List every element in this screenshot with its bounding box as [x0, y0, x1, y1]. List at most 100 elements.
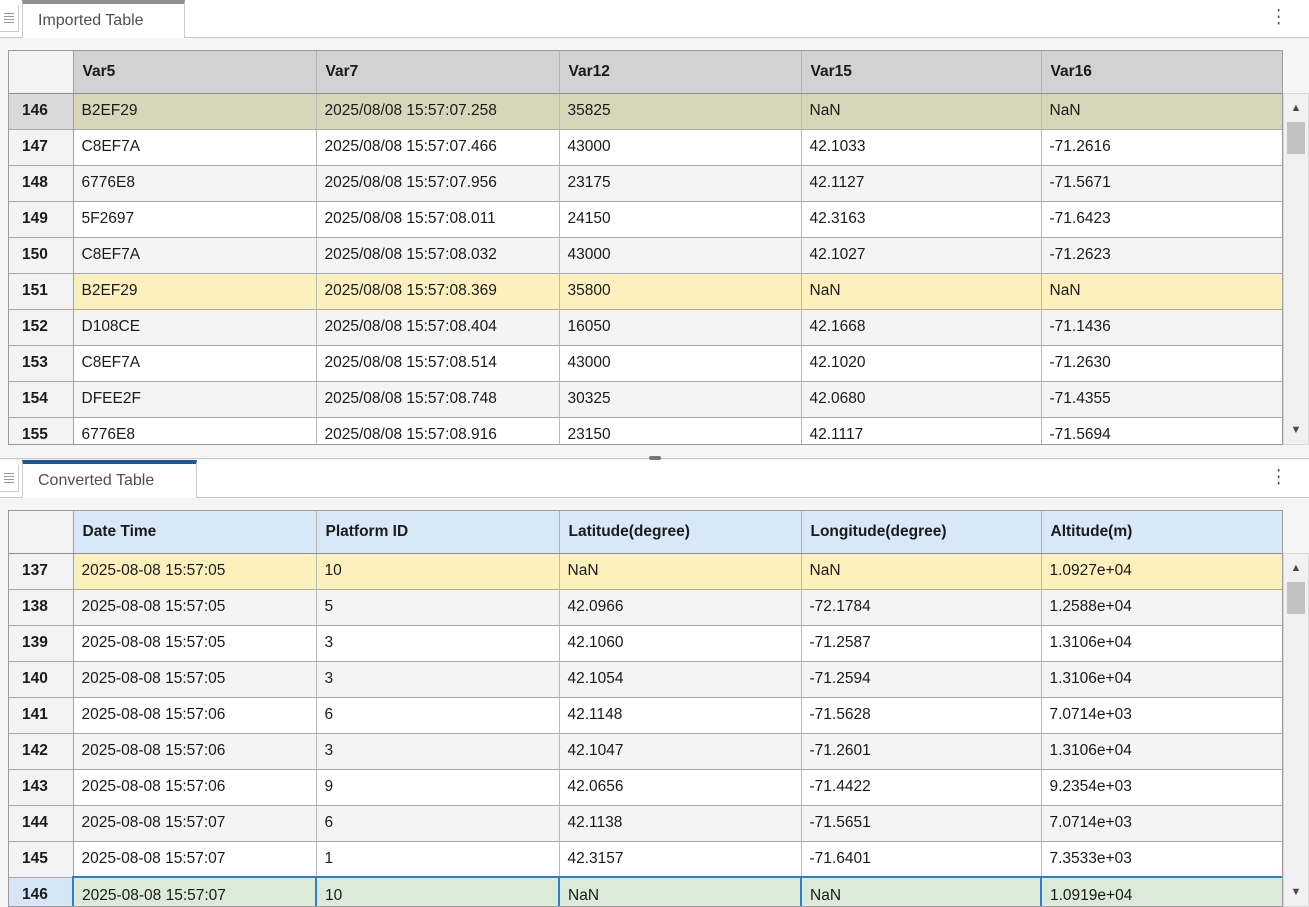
row-number[interactable]: 150	[9, 237, 73, 273]
table-cell[interactable]: 42.0656	[559, 769, 801, 805]
table-cell[interactable]: 6776E8	[73, 165, 316, 201]
table-row[interactable]: 146B2EF292025/08/08 15:57:07.25835825NaN…	[9, 93, 1283, 129]
table-cell[interactable]: -72.1784	[801, 589, 1041, 625]
column-header[interactable]: Latitude(degree)	[559, 511, 801, 553]
table-row[interactable]: 1422025-08-08 15:57:06342.1047-71.26011.…	[9, 733, 1283, 769]
table-cell[interactable]: B2EF29	[73, 93, 316, 129]
row-number[interactable]: 146	[9, 877, 73, 907]
table-cell[interactable]: 9	[316, 769, 559, 805]
table-cell[interactable]: 5	[316, 589, 559, 625]
table-cell[interactable]: 6	[316, 805, 559, 841]
row-number[interactable]: 145	[9, 841, 73, 877]
table-row[interactable]: 1372025-08-08 15:57:0510NaNNaN1.0927e+04	[9, 553, 1283, 589]
table-cell[interactable]: 10	[316, 877, 559, 907]
panel-menu-icon[interactable]: ⋮	[1271, 464, 1285, 494]
table-cell[interactable]: 2025-08-08 15:57:07	[73, 805, 316, 841]
table-cell[interactable]: 2025/08/08 15:57:08.916	[316, 417, 559, 445]
table-cell[interactable]: D108CE	[73, 309, 316, 345]
table-cell[interactable]: -71.2630	[1041, 345, 1283, 381]
table-cell[interactable]: 9.2354e+03	[1041, 769, 1283, 805]
table-cell[interactable]: -71.1436	[1041, 309, 1283, 345]
table-cell[interactable]: 42.1117	[801, 417, 1041, 445]
panel-drag-handle-icon[interactable]	[0, 5, 19, 32]
table-cell[interactable]: 2025/08/08 15:57:07.258	[316, 93, 559, 129]
row-number[interactable]: 143	[9, 769, 73, 805]
table-cell[interactable]: 1.3106e+04	[1041, 733, 1283, 769]
table-row[interactable]: 150C8EF7A2025/08/08 15:57:08.0324300042.…	[9, 237, 1283, 273]
table-cell[interactable]: 7.3533e+03	[1041, 841, 1283, 877]
table-cell[interactable]: 2025/08/08 15:57:07.956	[316, 165, 559, 201]
table-cell[interactable]: 6	[316, 697, 559, 733]
table-cell[interactable]: -71.2616	[1041, 129, 1283, 165]
table-cell[interactable]: 7.0714e+03	[1041, 697, 1283, 733]
table-cell[interactable]: C8EF7A	[73, 129, 316, 165]
table-cell[interactable]: -71.5671	[1041, 165, 1283, 201]
table-cell[interactable]: NaN	[801, 273, 1041, 309]
table-cell[interactable]: 2025/08/08 15:57:08.404	[316, 309, 559, 345]
table-cell[interactable]: 2025-08-08 15:57:07	[73, 877, 316, 907]
table-cell[interactable]: -71.6401	[801, 841, 1041, 877]
tab-converted-table[interactable]: Converted Table	[22, 460, 197, 498]
panel-drag-handle-icon[interactable]	[0, 465, 19, 492]
table-cell[interactable]: 42.1033	[801, 129, 1041, 165]
table-cell[interactable]: 24150	[559, 201, 801, 237]
table-row[interactable]: 147C8EF7A2025/08/08 15:57:07.4664300042.…	[9, 129, 1283, 165]
table-cell[interactable]: 23150	[559, 417, 801, 445]
row-number[interactable]: 140	[9, 661, 73, 697]
table-cell[interactable]: -71.4355	[1041, 381, 1283, 417]
column-header[interactable]: Platform ID	[316, 511, 559, 553]
table-cell[interactable]: 35825	[559, 93, 801, 129]
converted-table-scrollbar[interactable]: ▲ ▼	[1283, 553, 1309, 907]
column-header[interactable]: Var12	[559, 51, 801, 93]
table-cell[interactable]: -71.5651	[801, 805, 1041, 841]
table-row[interactable]: 1452025-08-08 15:57:07142.3157-71.64017.…	[9, 841, 1283, 877]
table-cell[interactable]: 43000	[559, 237, 801, 273]
column-header[interactable]: Var7	[316, 51, 559, 93]
table-cell[interactable]: 42.1054	[559, 661, 801, 697]
table-cell[interactable]: 42.1148	[559, 697, 801, 733]
table-cell[interactable]: 2025/08/08 15:57:07.466	[316, 129, 559, 165]
row-number[interactable]: 139	[9, 625, 73, 661]
row-number[interactable]: 144	[9, 805, 73, 841]
table-cell[interactable]: C8EF7A	[73, 237, 316, 273]
column-header[interactable]: Var15	[801, 51, 1041, 93]
row-number[interactable]: 138	[9, 589, 73, 625]
imported-table-scrollbar[interactable]: ▲ ▼	[1283, 93, 1309, 445]
table-row[interactable]: 1432025-08-08 15:57:06942.0656-71.44229.…	[9, 769, 1283, 805]
table-cell[interactable]: NaN	[1041, 93, 1283, 129]
table-cell[interactable]: 2025-08-08 15:57:06	[73, 733, 316, 769]
table-cell[interactable]: 42.0966	[559, 589, 801, 625]
table-cell[interactable]: 23175	[559, 165, 801, 201]
table-cell[interactable]: 2025/08/08 15:57:08.748	[316, 381, 559, 417]
table-cell[interactable]: 16050	[559, 309, 801, 345]
table-cell[interactable]: 2025-08-08 15:57:06	[73, 697, 316, 733]
table-cell[interactable]: 35800	[559, 273, 801, 309]
table-row[interactable]: 1486776E82025/08/08 15:57:07.9562317542.…	[9, 165, 1283, 201]
row-number[interactable]: 137	[9, 553, 73, 589]
table-cell[interactable]: 5F2697	[73, 201, 316, 237]
table-cell[interactable]: 2025-08-08 15:57:05	[73, 661, 316, 697]
scroll-up-icon[interactable]: ▲	[1284, 96, 1308, 120]
column-header[interactable]: Altitude(m)	[1041, 511, 1283, 553]
table-cell[interactable]: 7.0714e+03	[1041, 805, 1283, 841]
table-cell[interactable]: 42.1060	[559, 625, 801, 661]
row-number[interactable]: 152	[9, 309, 73, 345]
table-cell[interactable]: 2025/08/08 15:57:08.011	[316, 201, 559, 237]
table-cell[interactable]: 2025-08-08 15:57:06	[73, 769, 316, 805]
table-cell[interactable]: C8EF7A	[73, 345, 316, 381]
table-cell[interactable]: 30325	[559, 381, 801, 417]
table-cell[interactable]: -71.2594	[801, 661, 1041, 697]
table-cell[interactable]: -71.6423	[1041, 201, 1283, 237]
table-row[interactable]: 1556776E82025/08/08 15:57:08.9162315042.…	[9, 417, 1283, 445]
table-cell[interactable]: 42.3163	[801, 201, 1041, 237]
table-cell[interactable]: 3	[316, 733, 559, 769]
scroll-down-icon[interactable]: ▼	[1284, 880, 1308, 904]
scroll-down-icon[interactable]: ▼	[1284, 418, 1308, 442]
table-cell[interactable]: NaN	[559, 877, 801, 907]
table-cell[interactable]: B2EF29	[73, 273, 316, 309]
table-cell[interactable]: 42.3157	[559, 841, 801, 877]
table-cell[interactable]: 1.3106e+04	[1041, 661, 1283, 697]
table-cell[interactable]: 42.1047	[559, 733, 801, 769]
table-cell[interactable]: 3	[316, 625, 559, 661]
row-number[interactable]: 151	[9, 273, 73, 309]
